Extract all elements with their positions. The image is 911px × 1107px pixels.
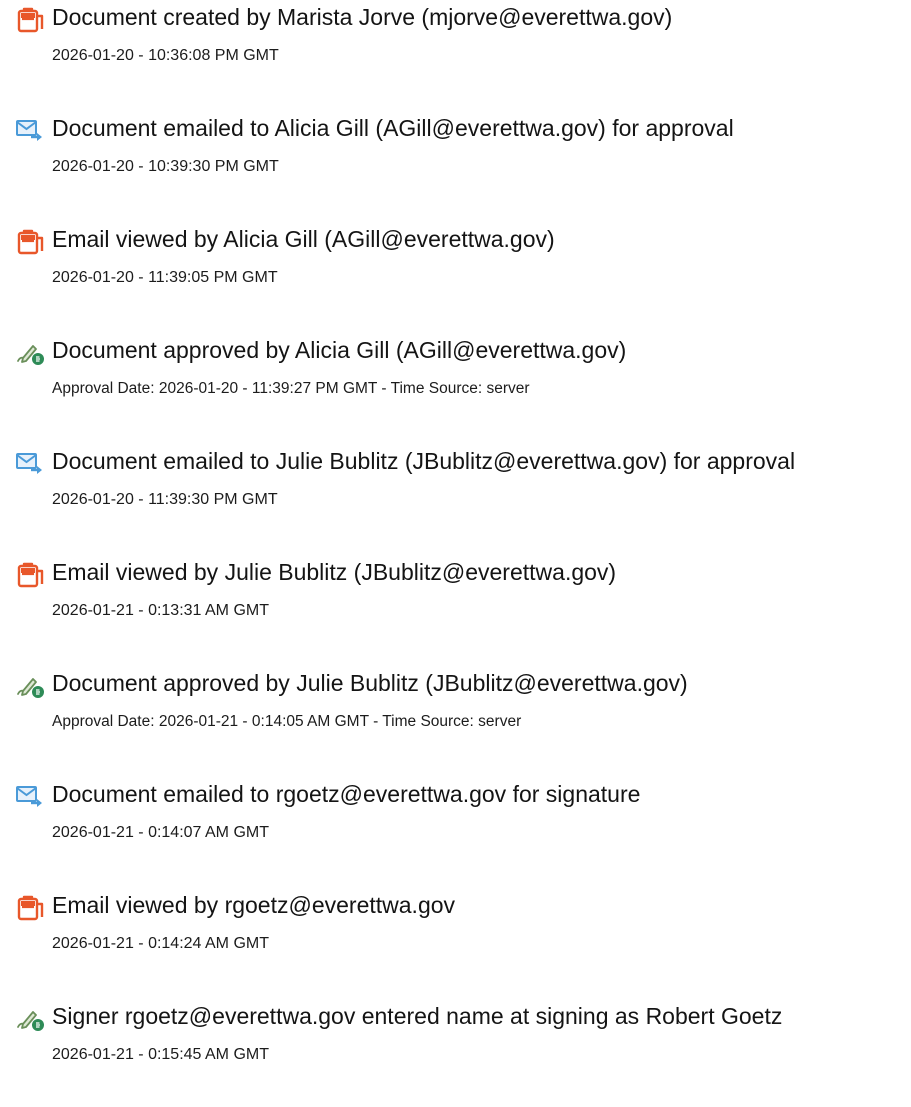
email-sent-icon	[15, 118, 45, 144]
signature-pen-icon	[15, 1006, 45, 1032]
audit-history-list: Document created by Marista Jorve (mjorv…	[0, 0, 911, 1107]
audit-event: Signer rgoetz@everettwa.gov entered name…	[0, 999, 911, 1089]
audit-event: Email viewed by rgoetz@everettwa.gov 202…	[0, 888, 911, 978]
event-approval-date: Approval Date: 2026-01-21 - 0:14:05 AM G…	[52, 713, 522, 730]
event-title: Document emailed to rgoetz@everettwa.gov…	[52, 781, 641, 807]
event-title: Document emailed to Julie Bublitz (JBubl…	[52, 448, 796, 474]
event-title: Email viewed by rgoetz@everettwa.gov	[52, 892, 456, 918]
signature-pen-icon	[15, 673, 45, 699]
audit-event: Document created by Marista Jorve (mjorv…	[0, 0, 911, 90]
event-timestamp: 2026-01-20 - 11:39:30 PM GMT	[52, 491, 278, 508]
event-timestamp: 2026-01-20 - 10:36:08 PM GMT	[52, 47, 279, 64]
event-timestamp: 2026-01-20 - 11:39:05 PM GMT	[52, 269, 278, 286]
audit-event: Email viewed by Julie Bublitz (JBublitz@…	[0, 555, 911, 645]
audit-event: Document emailed to Julie Bublitz (JBubl…	[0, 444, 911, 534]
event-approval-date: Approval Date: 2026-01-20 - 11:39:27 PM …	[52, 380, 530, 397]
event-title: Email viewed by Alicia Gill (AGill@evere…	[52, 226, 555, 252]
event-timestamp: 2026-01-21 - 0:13:31 AM GMT	[52, 602, 269, 619]
email-sent-icon	[15, 451, 45, 477]
email-sent-icon	[15, 784, 45, 810]
event-title: Document emailed to Alicia Gill (AGill@e…	[52, 115, 734, 141]
audit-event: Email viewed by Alicia Gill (AGill@evere…	[0, 222, 911, 312]
document-icon	[15, 229, 45, 255]
document-icon	[15, 7, 45, 33]
event-title: Signer rgoetz@everettwa.gov entered name…	[52, 1003, 783, 1029]
event-timestamp: 2026-01-21 - 0:15:45 AM GMT	[52, 1046, 269, 1063]
audit-event: Document emailed to Alicia Gill (AGill@e…	[0, 111, 911, 201]
document-icon	[15, 562, 45, 588]
event-title: Document approved by Alicia Gill (AGill@…	[52, 337, 627, 363]
document-icon	[15, 895, 45, 921]
event-timestamp: 2026-01-21 - 0:14:07 AM GMT	[52, 824, 269, 841]
audit-event: Document emailed to rgoetz@everettwa.gov…	[0, 777, 911, 867]
audit-event: Document approved by Alicia Gill (AGill@…	[0, 333, 911, 423]
event-timestamp: 2026-01-20 - 10:39:30 PM GMT	[52, 158, 279, 175]
audit-event: Document approved by Julie Bublitz (JBub…	[0, 666, 911, 756]
signature-pen-icon	[15, 340, 45, 366]
event-title: Document approved by Julie Bublitz (JBub…	[52, 670, 688, 696]
event-title: Document created by Marista Jorve (mjorv…	[52, 4, 673, 30]
event-timestamp: 2026-01-21 - 0:14:24 AM GMT	[52, 935, 269, 952]
event-title: Email viewed by Julie Bublitz (JBublitz@…	[52, 559, 617, 585]
